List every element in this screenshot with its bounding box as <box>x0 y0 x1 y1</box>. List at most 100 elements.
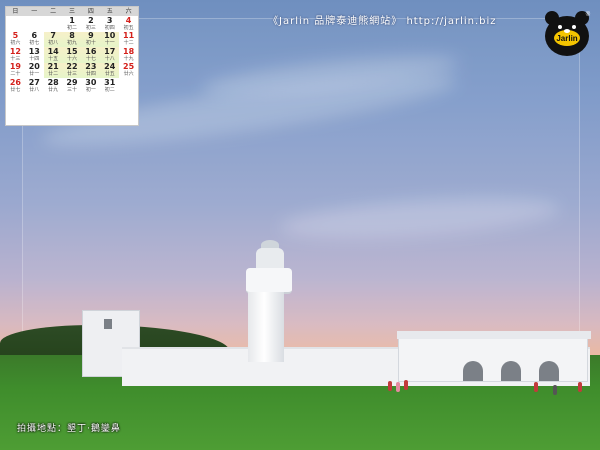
day-number: 15 <box>66 46 78 56</box>
lunar-date: 廿六 <box>123 71 134 78</box>
calendar-day: 20 廿一 <box>25 63 44 79</box>
calendar-day: 10 十一 <box>100 31 120 47</box>
calendar-day: 12 十三 <box>6 47 25 63</box>
weekday-label: 三 <box>68 8 75 15</box>
day-number: 3 <box>106 15 113 25</box>
day-number: 31 <box>104 77 116 87</box>
calendar-day: 23 廿四 <box>81 62 101 78</box>
lunar-date: 初十 <box>85 40 96 47</box>
calendar-day <box>6 16 25 32</box>
day-number: 17 <box>104 46 116 56</box>
lunar-date: 廿二 <box>48 71 59 78</box>
photo-location-caption: 拍攝地點：墾丁‧鵝鑾鼻 <box>17 424 121 434</box>
calendar-day: 16 十七 <box>81 46 101 63</box>
lunar-date: 初八 <box>48 40 59 47</box>
lunar-date: 三十 <box>66 86 77 93</box>
lunar-date: 十四 <box>29 55 40 62</box>
lunar-date: 初六 <box>10 40 21 47</box>
lighthouse-lantern <box>256 248 284 270</box>
calendar-day: 2 初三 <box>81 16 100 32</box>
calendar: 日 一 二 三 四 五 六 1 初二 2 初三 3 初四 4 初五 5 初六 6 初七 7 初八 8 初九 9 初… <box>5 6 139 126</box>
lunar-date: 廿五 <box>104 71 115 78</box>
lunar-date: 十五 <box>48 55 59 62</box>
lunar-date: 廿八 <box>29 86 40 93</box>
lunar-date: 二十 <box>10 71 21 78</box>
person <box>396 382 400 392</box>
person <box>404 380 408 390</box>
lighthouse-tower <box>248 292 284 362</box>
calendar-day: 30 初一 <box>81 78 100 94</box>
calendar-day: 22 廿三 <box>62 62 82 78</box>
calendar-day: 15 十六 <box>62 46 82 63</box>
lunar-date: 十二 <box>123 40 134 47</box>
day-number: 13 <box>28 46 40 56</box>
lunar-date: 廿一 <box>29 71 40 78</box>
calendar-day <box>44 16 63 32</box>
calendar-day: 29 三十 <box>63 78 82 94</box>
weekday-label: 五 <box>106 8 113 15</box>
lunar-date: 廿七 <box>10 86 21 93</box>
calendar-day: 26 廿七 <box>6 78 25 94</box>
lunar-date: 初五 <box>123 24 134 31</box>
lunar-date: 十一 <box>104 40 115 47</box>
calendar-day: 27 廿八 <box>25 78 44 94</box>
lunar-date: 十九 <box>123 55 134 62</box>
person <box>553 385 557 395</box>
day-number: 30 <box>85 77 97 87</box>
lunar-date: 初一 <box>85 86 96 93</box>
calendar-day: 8 初九 <box>62 31 82 47</box>
lunar-date: 初七 <box>29 40 40 47</box>
day-number: 14 <box>47 46 59 56</box>
building-roof <box>397 331 591 339</box>
calendar-weekday-header: 日 一 二 三 四 五 六 <box>6 7 138 16</box>
weekday-label: 六 <box>125 8 132 15</box>
weekday-label: 日 <box>12 8 19 15</box>
calendar-grid: 1 初二 2 初三 3 初四 4 初五 5 初六 6 初七 7 初八 8 初九 9 初十 10 十一 11 十二 12 十三 1… <box>6 16 138 94</box>
site-banner: 《Jarlin 品牌泰迪熊網站》 http://jarlin.biz <box>268 16 497 27</box>
day-number: 27 <box>28 77 40 87</box>
calendar-day: 28 廿九 <box>44 78 63 94</box>
day-number: 29 <box>66 77 78 87</box>
lunar-date: 十八 <box>104 55 115 62</box>
lunar-date: 十六 <box>66 55 77 62</box>
building-arch <box>501 361 521 381</box>
calendar-day: 11 十二 <box>119 32 138 48</box>
calendar-day: 17 十八 <box>100 46 120 63</box>
building-arch <box>463 361 483 381</box>
logo-text: Jarlin <box>556 34 577 43</box>
calendar-day: 4 初五 <box>119 16 138 32</box>
calendar-day: 19 二十 <box>6 63 25 79</box>
lunar-date: 廿三 <box>66 71 77 78</box>
calendar-day: 1 初二 <box>63 16 82 32</box>
weekday-label: 二 <box>50 8 57 15</box>
lunar-date: 十七 <box>85 55 96 62</box>
lunar-date: 初二 <box>104 86 115 93</box>
calendar-day: 31 初二 <box>100 78 119 94</box>
lunar-date: 十三 <box>10 55 21 62</box>
day-number: 28 <box>47 77 59 87</box>
white-building <box>397 331 591 382</box>
lunar-date: 初九 <box>66 40 77 47</box>
calendar-day <box>25 16 44 32</box>
day-number: 2 <box>88 15 94 25</box>
calendar-day: 5 初六 <box>6 32 25 48</box>
lighthouse-gallery <box>246 268 292 294</box>
calendar-day: 18 十九 <box>119 47 138 63</box>
day-number: 16 <box>85 46 97 56</box>
person <box>388 381 392 391</box>
calendar-day <box>119 78 138 94</box>
day-number: 1 <box>69 15 75 25</box>
lunar-date: 初三 <box>85 24 96 31</box>
person <box>534 382 538 392</box>
calendar-day: 13 十四 <box>25 47 44 63</box>
calendar-day: 21 廿二 <box>43 62 63 78</box>
day-number: 12 <box>9 46 21 56</box>
calendar-day: 7 初八 <box>43 31 63 47</box>
day-number: 26 <box>9 77 21 87</box>
weekday-label: 四 <box>87 8 94 15</box>
calendar-day: 24 廿五 <box>100 62 120 78</box>
jarlin-bear-logo: Jarlin ® <box>545 11 591 56</box>
day-number: 18 <box>123 46 135 56</box>
calendar-day: 25 廿六 <box>119 63 138 79</box>
day-number: 4 <box>125 15 132 25</box>
